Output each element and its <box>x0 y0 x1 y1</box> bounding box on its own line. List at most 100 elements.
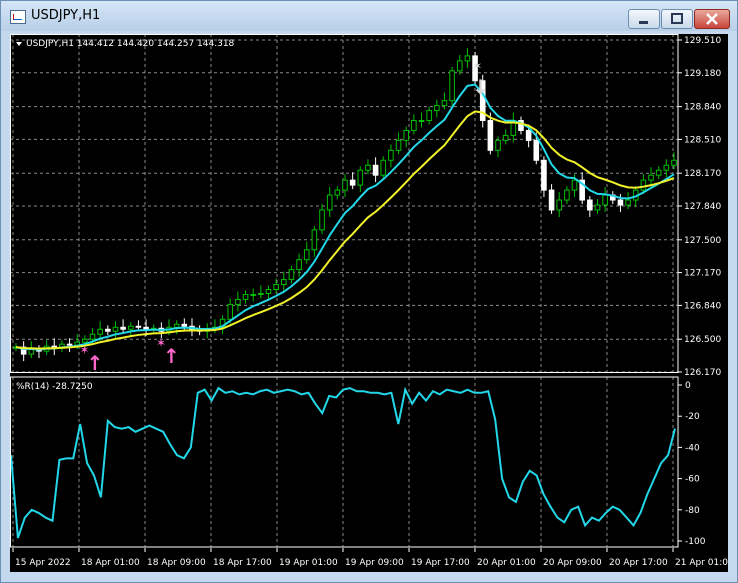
candle-body <box>105 328 111 332</box>
candle-body <box>135 325 142 328</box>
window-title: USDJPY,H1 <box>31 8 101 23</box>
candle-body <box>640 179 647 191</box>
panel-frames <box>10 34 679 548</box>
candle-body <box>418 120 425 123</box>
chart-window-icon <box>10 10 26 24</box>
candle-body <box>235 298 241 305</box>
candle-body <box>89 333 96 340</box>
price-tick-label: 128.510 <box>684 135 721 145</box>
chart-canvas[interactable]: ✶↑✶↑✶↓ 129.510129.180128.840128.510128.1… <box>10 34 728 572</box>
buy-arrow-icon: ↑ <box>87 351 104 375</box>
candle-body <box>112 326 119 332</box>
candle-body <box>441 100 448 107</box>
candle-body <box>181 323 188 327</box>
candle-body <box>533 139 540 161</box>
wpr-tick-label: -80 <box>685 506 700 516</box>
price-tick-label: 126.170 <box>684 368 721 378</box>
wpr-panel-frame <box>10 376 679 548</box>
candle-body <box>82 338 88 343</box>
price-tick-label: 127.840 <box>684 202 721 212</box>
candle-body <box>548 189 555 211</box>
minimize-icon <box>639 21 648 24</box>
signal-star-icon: ✶ <box>472 59 482 73</box>
candle-body <box>342 179 348 191</box>
candle-body <box>571 179 578 191</box>
minimize-button[interactable] <box>628 9 660 29</box>
ma-fast-line <box>15 83 675 351</box>
wpr-tick-label: -100 <box>685 537 706 547</box>
candle-body <box>258 292 264 295</box>
candle-body <box>357 169 364 186</box>
candle-body <box>311 229 318 251</box>
candle-body <box>380 159 387 176</box>
candle-body <box>602 194 608 206</box>
price-tick-label: 128.170 <box>684 169 721 179</box>
price-tick-label: 129.510 <box>684 36 721 46</box>
candle-body <box>319 209 325 231</box>
buy-arrow-icon: ↑ <box>163 344 180 368</box>
candle-body <box>280 279 287 286</box>
wpr-tick-label: -60 <box>685 475 700 485</box>
candle-body <box>127 325 134 330</box>
time-label: 15 Apr 2022 <box>15 558 71 568</box>
candle-body <box>296 259 302 271</box>
candle-body <box>648 174 654 181</box>
candle-body <box>303 249 310 261</box>
time-label: 20 Apr 09:00 <box>543 558 602 568</box>
candle-body <box>250 293 256 296</box>
chart-area[interactable]: ✶ ↑ ✶ ↑ ✶ ↓ 129.510 129.180 128.840 128.510 128.1… <box>10 34 728 572</box>
candle-body <box>434 105 440 112</box>
candle-body <box>242 293 249 300</box>
candle-body <box>617 199 624 206</box>
candle-body <box>334 189 341 196</box>
close-button[interactable] <box>694 9 730 29</box>
candle-body <box>411 120 417 131</box>
maximize-button[interactable] <box>661 9 693 29</box>
candle-body <box>541 159 547 191</box>
candles <box>13 47 677 362</box>
wpr-tick-label: -40 <box>685 443 700 453</box>
candle-body <box>594 204 601 211</box>
sell-arrow-icon: ↓ <box>472 75 489 99</box>
candle-body <box>273 284 279 290</box>
candle-body <box>326 194 333 211</box>
time-label: 18 Apr 17:00 <box>213 558 272 568</box>
candle-body <box>625 199 631 206</box>
grid-lines <box>10 34 678 547</box>
candle-body <box>143 326 149 330</box>
candle-body <box>97 328 103 335</box>
price-panel-frame <box>10 34 679 373</box>
price-tick-label: 128.840 <box>684 103 721 113</box>
candle-body <box>120 326 126 330</box>
price-tick-label: 129.180 <box>684 69 721 79</box>
wpr-header: %R(14) -28.7250 <box>16 382 93 392</box>
wpr-tick-label: -20 <box>685 412 700 422</box>
candle-body <box>556 199 563 211</box>
price-tick-label: 127.500 <box>684 236 721 246</box>
candle-body <box>495 139 501 151</box>
panel-header-price: USDJPY,H1 144.412 144.420 144.257 144.31… <box>16 39 235 49</box>
title-bar[interactable]: USDJPY,H1 <box>1 1 737 31</box>
wpr-tick-label: 0 <box>685 381 691 391</box>
candle-body <box>587 199 593 211</box>
candle-body <box>564 189 570 201</box>
candle-body <box>487 120 494 151</box>
candle-body <box>265 288 272 294</box>
time-label: 18 Apr 09:00 <box>147 558 206 568</box>
candle-body <box>395 139 402 151</box>
price-tick-label: 127.170 <box>684 269 721 279</box>
candle-body <box>365 164 371 171</box>
candle-body <box>525 129 532 141</box>
candle-body <box>456 60 463 72</box>
candle-body <box>66 343 73 346</box>
time-label: 20 Apr 01:00 <box>477 558 536 568</box>
candle-body <box>426 110 432 122</box>
ma-slow-line <box>15 110 675 350</box>
candle-body <box>403 129 410 141</box>
time-label: 19 Apr 09:00 <box>345 558 404 568</box>
candle-body <box>502 134 509 141</box>
time-label: 20 Apr 17:00 <box>609 558 668 568</box>
time-label: 21 Apr 01:00 <box>675 558 728 568</box>
candle-body <box>288 269 295 281</box>
candle-body <box>388 149 394 161</box>
